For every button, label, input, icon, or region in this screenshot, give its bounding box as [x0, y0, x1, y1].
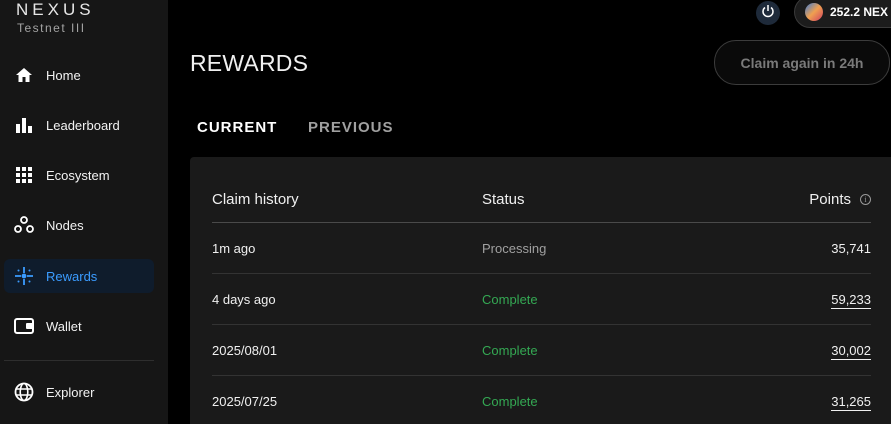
- nex-coin-icon: [805, 3, 823, 21]
- sidebar-divider: [4, 360, 154, 361]
- brand-name: NEXUS: [16, 0, 95, 19]
- brand-subtitle: Testnet III: [17, 21, 86, 35]
- points-link[interactable]: 59,233: [831, 292, 871, 309]
- status-text: Complete: [482, 343, 538, 358]
- rewards-sparkle-icon: [14, 266, 34, 286]
- page-title: REWARDS: [190, 50, 309, 76]
- column-header-status: Status: [482, 191, 525, 208]
- sidebar-item-label: Home: [46, 67, 81, 83]
- claim-time: 2025/07/25: [212, 394, 278, 409]
- sidebar-item-ecosystem[interactable]: Ecosystem: [4, 158, 154, 192]
- table-header: Claim history Status Points i: [212, 191, 871, 223]
- sidebar-item-label: Leaderboard: [46, 117, 120, 133]
- sidebar: NEXUS Testnet III Home Leaderboard Ecosy…: [0, 0, 168, 424]
- sidebar-item-label: Rewards: [46, 268, 98, 284]
- balance-pill[interactable]: 252.2 NEX: [794, 0, 891, 28]
- nodes-icon: [14, 215, 34, 235]
- claim-time: 1m ago: [212, 241, 256, 256]
- sidebar-item-rewards[interactable]: Rewards: [4, 259, 154, 293]
- sidebar-item-home[interactable]: Home: [4, 58, 154, 92]
- sidebar-item-wallet[interactable]: Wallet: [4, 309, 154, 343]
- column-header-points: Points i: [809, 191, 871, 208]
- sidebar-item-label: Explorer: [46, 384, 95, 400]
- column-header-points-label: Points: [809, 191, 851, 208]
- status-text: Complete: [482, 292, 538, 307]
- tab-previous[interactable]: PREVIOUS: [308, 119, 394, 136]
- points-link[interactable]: 30,002: [831, 343, 871, 360]
- claim-button[interactable]: Claim again in 24h: [714, 40, 890, 85]
- table-row: 1m ago Processing 35,741: [212, 223, 871, 274]
- sidebar-item-label: Nodes: [46, 217, 84, 233]
- table-row: 2025/08/01 Complete 30,002: [212, 325, 871, 376]
- bar-chart-icon: [14, 115, 34, 135]
- claim-time: 4 days ago: [212, 292, 276, 307]
- claim-history-panel: Claim history Status Points i 1m ago Pro…: [190, 157, 891, 424]
- points-value: 35,741: [831, 241, 871, 256]
- column-header-claim-history: Claim history: [212, 191, 299, 208]
- tab-current[interactable]: CURRENT: [197, 119, 277, 136]
- balance-amount: 252.2 NEX: [830, 5, 889, 19]
- sidebar-item-explorer[interactable]: Explorer: [4, 375, 154, 409]
- table-row: 2025/07/25 Complete 31,265: [212, 376, 871, 424]
- sidebar-item-nodes[interactable]: Nodes: [4, 208, 154, 242]
- status-text: Complete: [482, 394, 538, 409]
- grid-icon: [14, 165, 34, 185]
- sidebar-item-label: Wallet: [46, 318, 82, 334]
- power-icon: [761, 4, 775, 23]
- points-link[interactable]: 31,265: [831, 394, 871, 411]
- globe-icon: [14, 382, 34, 402]
- wallet-icon: [14, 316, 34, 336]
- status-text: Processing: [482, 241, 547, 256]
- claim-time: 2025/08/01: [212, 343, 278, 358]
- info-icon[interactable]: i: [860, 194, 871, 205]
- table-row: 4 days ago Complete 59,233: [212, 274, 871, 325]
- home-icon: [14, 65, 34, 85]
- sidebar-item-leaderboard[interactable]: Leaderboard: [4, 108, 154, 142]
- sidebar-item-label: Ecosystem: [46, 167, 110, 183]
- power-button[interactable]: [756, 1, 780, 25]
- brand-logo[interactable]: NEXUS Testnet III: [16, 0, 95, 36]
